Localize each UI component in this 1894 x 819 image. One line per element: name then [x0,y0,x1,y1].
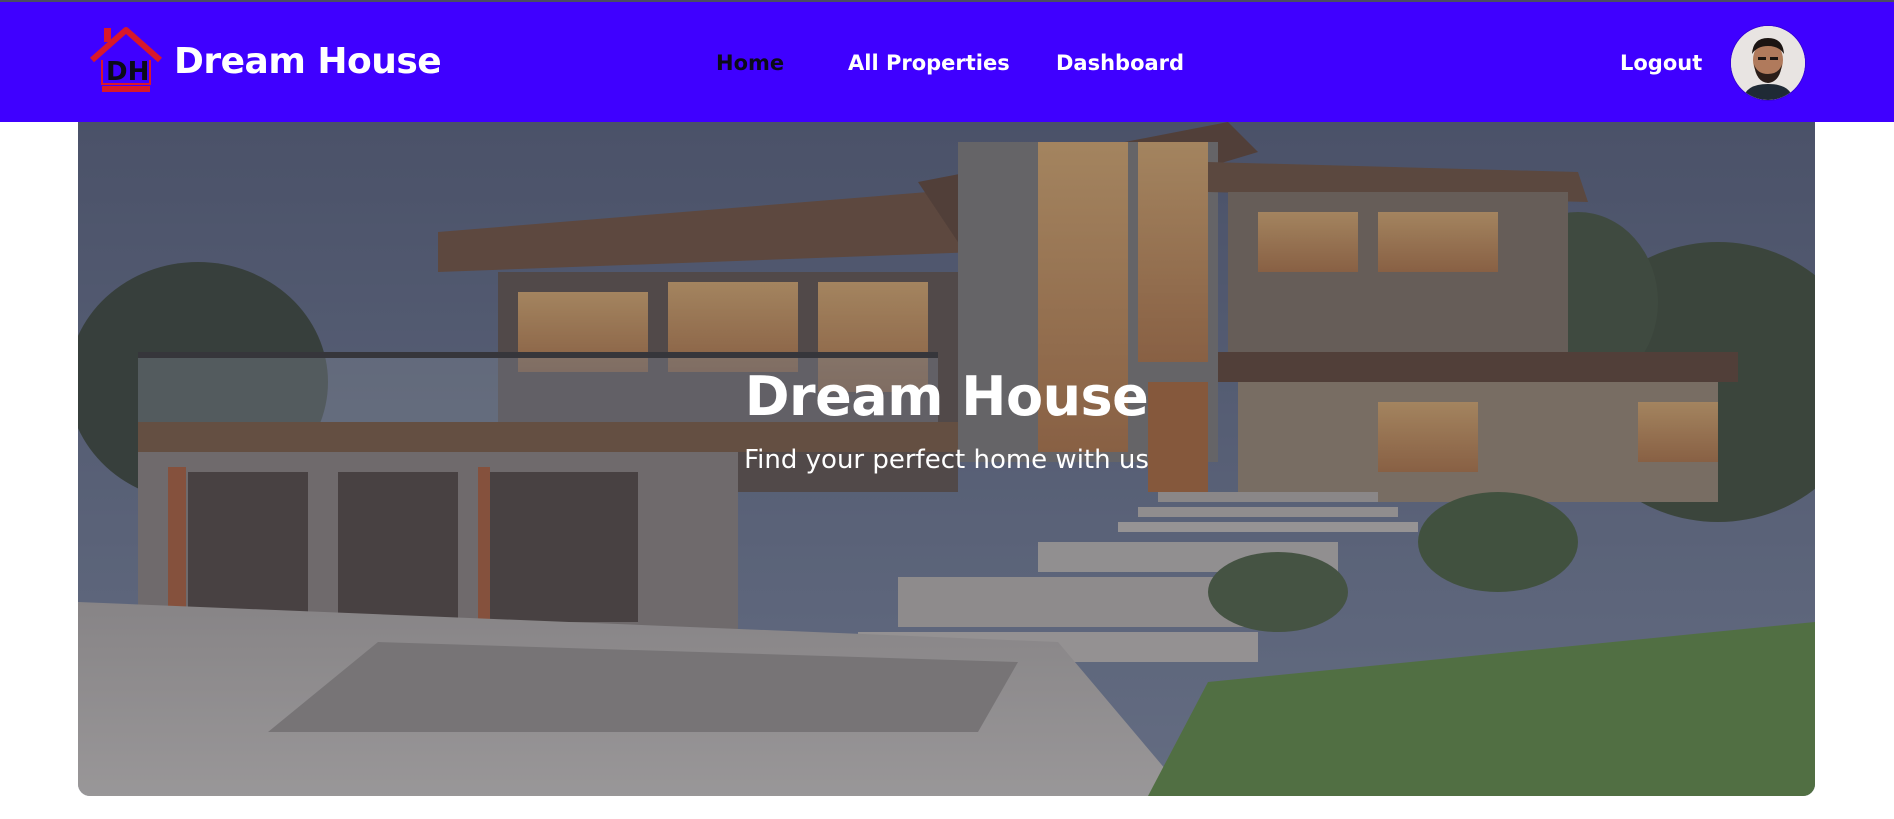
logout-button[interactable]: Logout [1620,46,1702,80]
nav-link-home[interactable]: Home [716,46,784,80]
hero-banner: Dream House Find your perfect home with … [78,122,1815,796]
hero-title: Dream House [744,365,1149,428]
hero-subtitle: Find your perfect home with us [744,445,1149,475]
logo-text: DH [106,57,149,87]
navbar: DH Dream House Home All Properties Dashb… [0,2,1894,122]
house-logo-icon[interactable]: DH [88,24,164,100]
nav-link-dashboard[interactable]: Dashboard [1056,46,1184,80]
nav-link-all-properties[interactable]: All Properties [848,46,1010,80]
brand-name[interactable]: Dream House [174,34,442,90]
user-avatar[interactable] [1731,26,1805,100]
